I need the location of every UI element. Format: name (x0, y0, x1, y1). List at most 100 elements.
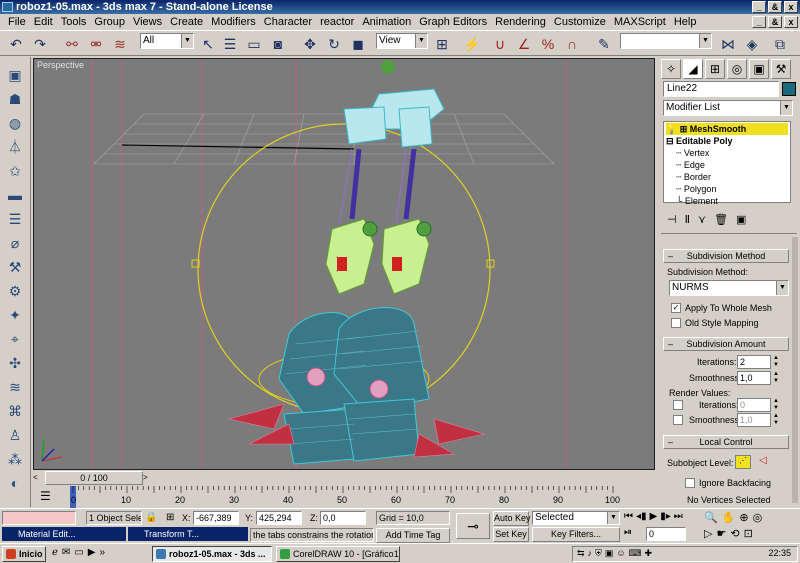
zoom-region-icon[interactable]: ⊕ (739, 511, 748, 524)
field-of-view-icon[interactable]: ▷ (704, 527, 712, 540)
antivirus-tray-icon[interactable]: ⛨ (595, 548, 602, 559)
stack-item-vertex[interactable]: ┄ Vertex (676, 147, 709, 159)
transform-typein-minimized[interactable]: Transform T... (128, 527, 248, 541)
x-coordinate-field[interactable]: -667,389 (193, 511, 239, 525)
zoom-icon[interactable]: 🔍 (704, 511, 718, 524)
menu-maxscript[interactable]: MAXScript (610, 14, 670, 30)
cylinder-icon[interactable]: ☗ (4, 89, 26, 109)
undo-icon[interactable]: ↶ (6, 34, 26, 54)
tube-icon[interactable]: ⌀ (4, 233, 26, 253)
pivot-center-icon[interactable]: ⊞ (432, 34, 452, 54)
key-mode-dropdown[interactable]: Selected ▼ (532, 511, 620, 525)
create-tab-icon[interactable]: ✧ (661, 59, 681, 79)
cone-icon[interactable]: ⏃ (4, 137, 26, 157)
light-icon[interactable]: ✦ (4, 305, 26, 325)
show-end-result-icon[interactable]: Ⅱ (685, 213, 690, 226)
angle-snap-icon[interactable]: ∠ (514, 34, 534, 54)
select-manipulate-icon[interactable]: ⚡ (462, 34, 482, 54)
hierarchy-tab-icon[interactable]: ⊞ (705, 59, 725, 79)
rollout-subdivision-method[interactable]: – Subdivision Method (663, 249, 789, 263)
menu-create[interactable]: Create (166, 14, 207, 30)
key-mode-toggle-icon[interactable]: ⏯ (624, 527, 632, 538)
star-icon[interactable]: ✩ (4, 161, 26, 181)
cloth-icon[interactable]: ⌘ (4, 401, 26, 421)
taskbar-item-coreldraw[interactable]: CorelDRAW 10 - [Gráfico1] (276, 546, 400, 562)
pan-icon[interactable]: ✋ (722, 511, 736, 524)
mdi-close-button[interactable]: x (784, 16, 798, 28)
unlink-icon[interactable]: ⚮ (86, 34, 106, 54)
language-tray-icon[interactable]: ⌨ (629, 548, 642, 559)
stack-item-edge[interactable]: ┄ Edge (676, 159, 705, 171)
taskbar-item-3dsmax[interactable]: roboz1-05.max - 3ds ... (152, 546, 272, 562)
current-frame-field[interactable]: 0 (646, 527, 686, 541)
bind-space-warp-icon[interactable]: ≋ (110, 34, 130, 54)
time-slider-thumb[interactable]: 0 / 100 (45, 471, 143, 485)
select-object-icon[interactable]: ↖ (198, 34, 218, 54)
motion-tab-icon[interactable]: ◎ (727, 59, 747, 79)
biped-icon[interactable]: ♙ (4, 425, 26, 445)
mdi-restore-button[interactable]: & (768, 16, 782, 28)
snap-toggle-icon[interactable]: ∪ (490, 34, 510, 54)
rollout-subdivision-amount[interactable]: – Subdivision Amount (663, 337, 789, 351)
reference-coordinate-dropdown[interactable]: View ▼ (376, 33, 428, 49)
stack-item-element[interactable]: └ Element (676, 195, 718, 207)
menu-tools[interactable]: Tools (57, 14, 91, 30)
play-icon[interactable]: ▶ (650, 511, 658, 522)
object-name-field[interactable]: Line22 (663, 81, 779, 97)
next-frame-icon[interactable]: > (143, 471, 153, 485)
menu-rendering[interactable]: Rendering (491, 14, 550, 30)
absolute-mode-icon[interactable]: ⊞ (166, 512, 174, 523)
move-icon[interactable]: ✥ (300, 34, 320, 54)
maxscript-listener-field[interactable] (2, 511, 76, 525)
menu-character[interactable]: Character (260, 14, 316, 30)
media-quicklaunch-icon[interactable]: ▶ (88, 547, 96, 558)
apply-whole-mesh-checkbox[interactable]: ✓ (671, 303, 681, 313)
time-slider[interactable]: < 0 / 100 > (33, 471, 655, 485)
menu-graph-editors[interactable]: Graph Editors (415, 14, 491, 30)
y-coordinate-field[interactable]: 425,294 (256, 511, 302, 525)
configure-sets-icon[interactable]: ▣ (736, 213, 746, 226)
tool-icon[interactable]: ⚒ (4, 257, 26, 277)
ignore-backfacing-checkbox[interactable] (685, 478, 695, 488)
menu-group[interactable]: Group (90, 14, 129, 30)
gear-icon[interactable]: ⚙ (4, 281, 26, 301)
viewport-perspective[interactable]: Perspective (33, 58, 655, 470)
panel-scrollbar[interactable] (792, 237, 798, 503)
window-crossing-icon[interactable]: ◙ (268, 34, 288, 54)
object-color-swatch[interactable] (782, 82, 796, 96)
material-editor-minimized[interactable]: Material Edit... (2, 527, 126, 541)
particle-icon[interactable]: ⁂ (4, 449, 26, 469)
align-icon[interactable]: ◈ (742, 34, 762, 54)
prev-frame-icon[interactable]: < (33, 471, 43, 485)
make-unique-icon[interactable]: ⋎ (698, 213, 706, 226)
open-mini-curve-editor-icon[interactable]: ☰ (40, 489, 56, 503)
key-icon[interactable]: ⊸ (456, 513, 490, 539)
redo-icon[interactable]: ↷ (30, 34, 50, 54)
pin-stack-icon[interactable]: ⊣ (667, 213, 677, 226)
menu-edit[interactable]: Edit (30, 14, 57, 30)
stack-item-border[interactable]: ┄ Border (676, 171, 711, 183)
lock-selection-icon[interactable]: 🔒 (145, 512, 157, 523)
key-filters-button[interactable]: Key Filters... (532, 527, 620, 542)
box-icon[interactable]: ▬ (4, 185, 26, 205)
render-iterations-spinner[interactable]: 0 (737, 398, 771, 412)
volume-tray-icon[interactable]: ♪ (588, 548, 593, 559)
stack-item-editable-poly[interactable]: ⊟ Editable Poly (666, 135, 733, 147)
track-bar[interactable]: 0 10 20 30 40 50 60 70 80 90 100 (33, 486, 655, 508)
orbit-icon[interactable]: ⟲ (730, 527, 739, 540)
create-box-icon[interactable]: ▣ (4, 65, 26, 85)
modifier-list-dropdown[interactable]: Modifier List ▼ (663, 100, 793, 116)
auto-key-button[interactable]: Auto Key (493, 511, 531, 526)
desktop-quicklaunch-icon[interactable]: ▭ (74, 547, 83, 558)
set-key-button[interactable]: Set Key (493, 527, 529, 542)
rotate-icon[interactable]: ↻ (324, 34, 344, 54)
menu-help[interactable]: Help (670, 14, 701, 30)
edge-level-icon[interactable]: ◁ (755, 455, 771, 469)
layer-manager-icon[interactable]: ⧉ (770, 34, 790, 54)
go-to-start-icon[interactable]: ⏮ (624, 511, 633, 522)
sphere-icon[interactable]: ◍ (4, 113, 26, 133)
helper-icon[interactable]: ⌖ (4, 329, 26, 349)
spinner-arrows-icon[interactable]: ▲ ▼ (772, 355, 780, 369)
percent-snap-icon[interactable]: % (538, 34, 558, 54)
menu-customize[interactable]: Customize (550, 14, 610, 30)
